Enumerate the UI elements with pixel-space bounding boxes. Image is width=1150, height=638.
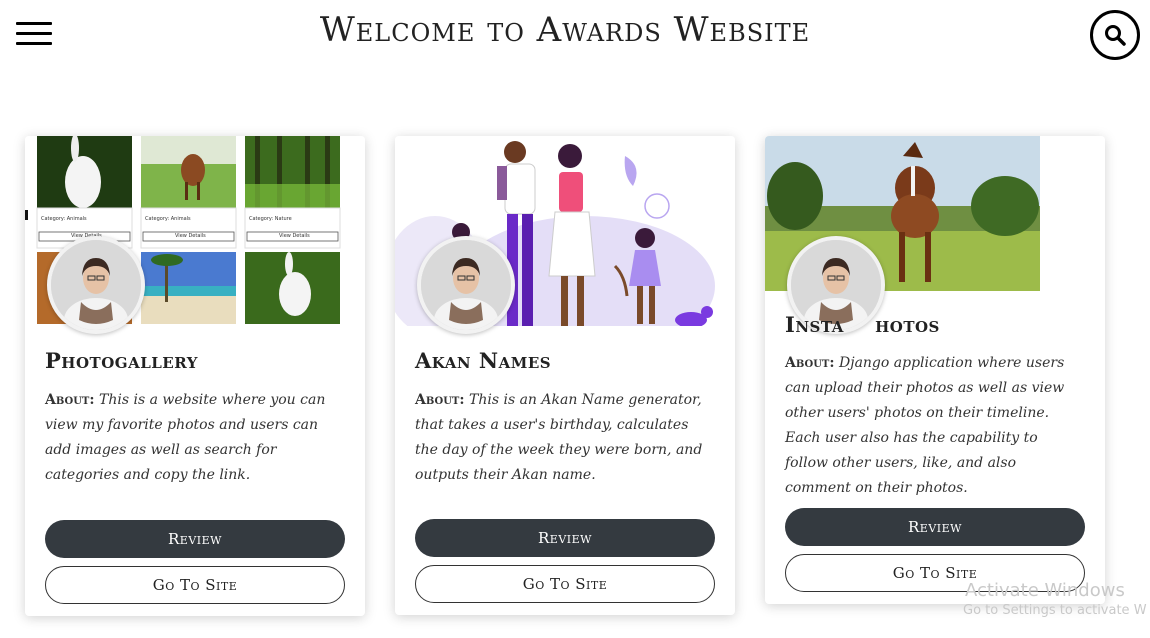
project-card-akan-names: Akan Names About: This is an Akan Name g… xyxy=(395,136,735,615)
thumb-category: Category: Nature xyxy=(249,216,292,222)
card-title: Photogallery xyxy=(45,348,198,373)
thumb-category: Category: Animals xyxy=(41,216,87,222)
avatar xyxy=(417,236,515,334)
page-title: Welcome to Awards Website xyxy=(319,10,811,50)
about-label: About: xyxy=(785,355,835,371)
review-button[interactable]: Review xyxy=(415,519,715,557)
watermark-title: Activate Windows xyxy=(965,580,1125,601)
card-title: Akan Names xyxy=(415,348,552,373)
thumb-view-details: View Details xyxy=(175,233,206,239)
review-button[interactable]: Review xyxy=(785,508,1085,546)
card-description: About: Django application where users ca… xyxy=(785,351,1085,501)
project-card-instaphotos: Insta hotos About: Django application wh… xyxy=(765,136,1105,604)
search-icon xyxy=(1105,25,1126,46)
project-card-photogallery: Category: Animals Category: Animals Cate… xyxy=(25,136,365,616)
card-title: Insta hotos xyxy=(785,312,940,337)
go-to-site-button[interactable]: Go To Site xyxy=(45,566,345,604)
review-button[interactable]: Review xyxy=(45,520,345,558)
about-label: About: xyxy=(45,392,95,408)
thumb-category: Category: Animals xyxy=(145,216,191,222)
avatar xyxy=(47,236,145,334)
watermark-subtitle: Go to Settings to activate W xyxy=(963,603,1147,618)
go-to-site-button[interactable]: Go To Site xyxy=(415,565,715,603)
card-description: About: This is a website where you can v… xyxy=(45,388,345,488)
card-description: About: This is an Akan Name generator, t… xyxy=(415,388,715,488)
description-text: Django application where users can uploa… xyxy=(785,355,1065,496)
about-label: About: xyxy=(415,392,465,408)
activation-watermark: Activate Windows Go to Settings to activ… xyxy=(963,580,1147,618)
thumb-view-details: View Details xyxy=(279,233,310,239)
search-button[interactable] xyxy=(1090,10,1140,60)
